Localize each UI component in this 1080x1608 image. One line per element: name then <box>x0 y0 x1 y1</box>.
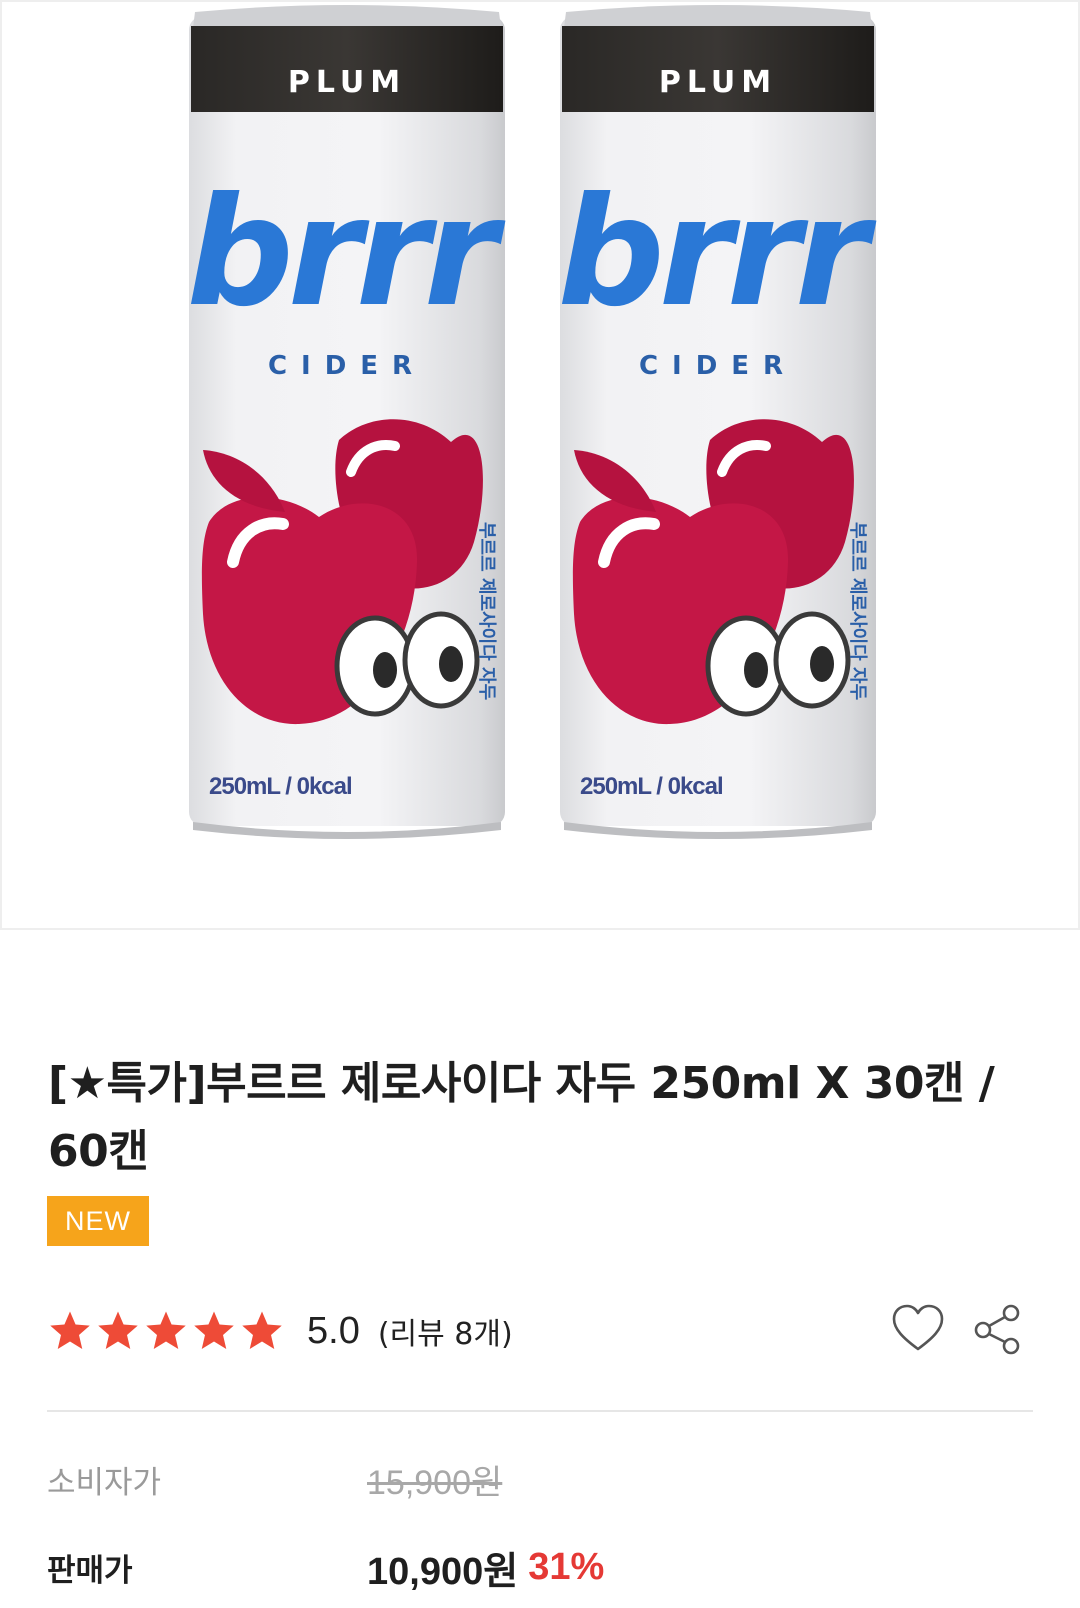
discount-rate: 31% <box>528 1546 605 1588</box>
review-count-link[interactable]: (리뷰 8개) <box>378 1309 513 1353</box>
rating-row: 5.0 (리뷰 8개) <box>47 1300 1037 1362</box>
star-icon <box>242 1311 282 1350</box>
new-badge: NEW <box>47 1196 149 1246</box>
product-title: [★특가]부르르 제로사이다 자두 250ml X 30캔 / 60캔 <box>48 1058 995 1177</box>
divider <box>47 1410 1033 1412</box>
rating-stars <box>47 1308 285 1354</box>
list-price-label: 소비자가 <box>47 1465 162 1501</box>
product-cans-illustration: PLUM brrr CIDER 250mL / 0kcal 부르르 제로사이다 … <box>2 2 1080 930</box>
star-icon <box>146 1311 186 1350</box>
star-icon <box>98 1311 138 1350</box>
product-image[interactable]: PLUM brrr CIDER 250mL / 0kcal 부르르 제로사이다 … <box>0 0 1080 930</box>
sale-price-label: 판매가 <box>47 1553 133 1589</box>
sale-price: 10,900원 <box>367 1551 519 1593</box>
share-icon[interactable] <box>969 1300 1027 1358</box>
star-icon <box>194 1311 234 1350</box>
heart-icon[interactable] <box>889 1300 947 1358</box>
sale-price-row: 판매가 10,900원 31% <box>47 1540 1037 1595</box>
list-price-row: 소비자가 15,900원 <box>47 1455 1037 1504</box>
rating-score: 5.0 <box>307 1309 360 1352</box>
star-icon <box>50 1311 90 1350</box>
list-price: 15,900원 <box>367 1464 503 1502</box>
